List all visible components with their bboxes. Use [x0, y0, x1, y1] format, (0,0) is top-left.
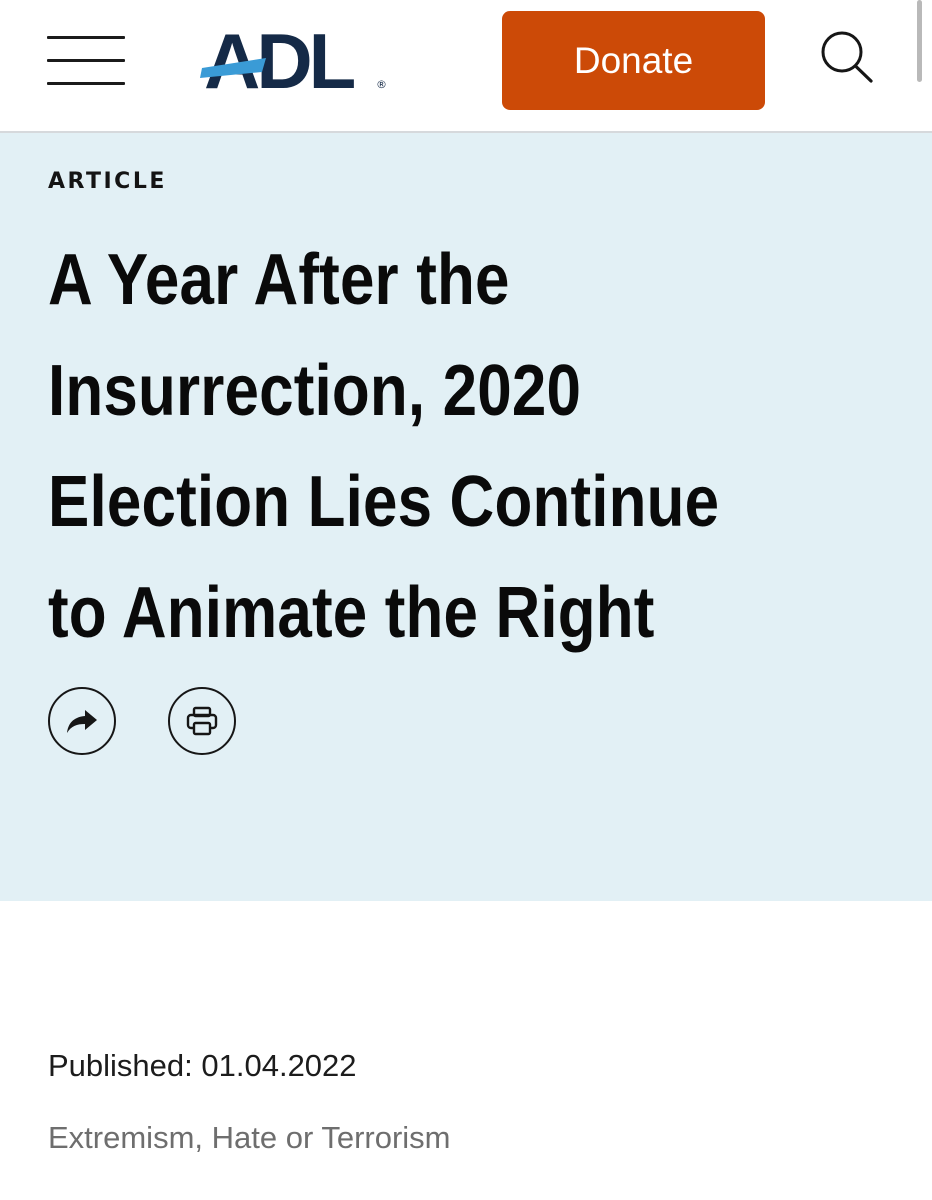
- share-arrow-icon: [67, 710, 97, 733]
- page: ADL ® Donate ARTICLE A Year After the In…: [0, 0, 932, 1200]
- article-title: A Year After the Insurrection, 2020 Elec…: [48, 225, 788, 669]
- hamburger-menu-icon[interactable]: [47, 34, 125, 88]
- topic-list: Extremism, Hate or Terrorism: [48, 1120, 451, 1156]
- logo-registered-mark: ®: [376, 78, 387, 91]
- title-line: Insurrection, 2020: [48, 351, 582, 431]
- printer-icon: [186, 706, 218, 736]
- topic-link[interactable]: Hate or Terrorism: [212, 1120, 451, 1155]
- title-line: to Animate the Right: [48, 573, 655, 653]
- search-icon[interactable]: [818, 30, 876, 86]
- adl-logo[interactable]: ADL ®: [200, 20, 400, 92]
- content-type-label: ARTICLE: [48, 169, 167, 194]
- published-date: Published: 01.04.2022: [48, 1048, 357, 1083]
- menu-line: [47, 36, 125, 39]
- menu-line: [47, 59, 125, 62]
- print-button[interactable]: [168, 687, 236, 755]
- menu-line: [47, 82, 125, 85]
- title-line: Election Lies Continue: [48, 462, 720, 542]
- donate-button[interactable]: Donate: [502, 11, 765, 110]
- article-hero: ARTICLE A Year After the Insurrection, 2…: [0, 133, 932, 901]
- logo-text: ADL: [204, 20, 355, 92]
- site-header: ADL ® Donate: [0, 0, 932, 133]
- topic-separator: ,: [194, 1120, 212, 1155]
- topic-link[interactable]: Extremism: [48, 1120, 194, 1155]
- scrollbar[interactable]: [917, 0, 922, 82]
- share-button[interactable]: [48, 687, 116, 755]
- title-line: A Year After the: [48, 240, 510, 320]
